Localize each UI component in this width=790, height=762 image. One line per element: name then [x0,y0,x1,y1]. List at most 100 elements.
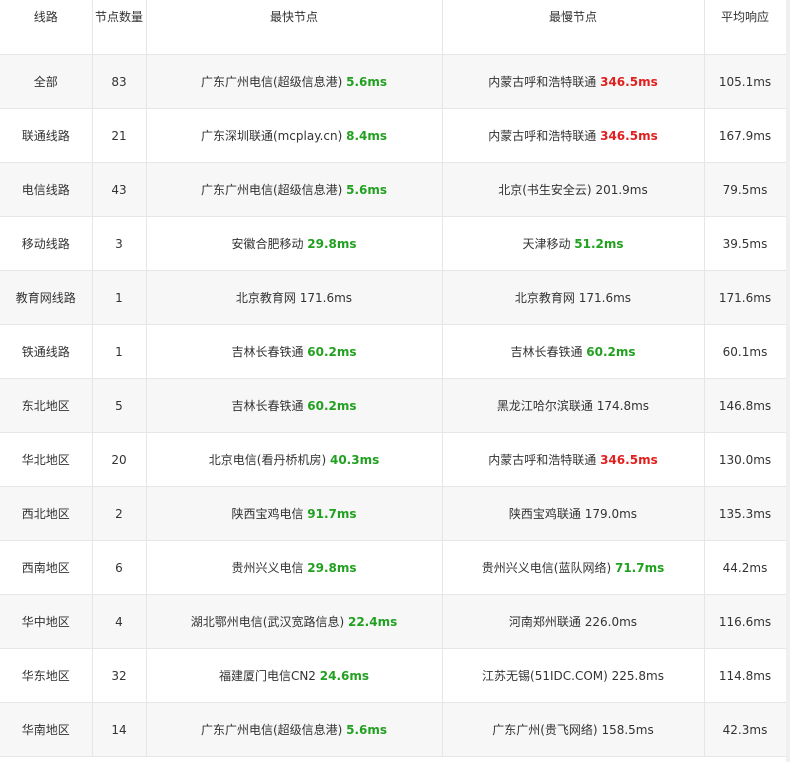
average-cell: 60.1ms [704,324,787,379]
fastest-node-name: 广东广州电信(超级信息港) [200,723,343,737]
average-cell: 39.5ms [704,216,787,271]
count-cell: 1 [92,270,147,325]
count-cell: 32 [92,648,147,703]
count-cell: 5 [92,378,147,433]
average-cell: 171.6ms [704,270,787,325]
slowest-node-latency: 171.6ms [578,291,632,305]
fastest-node-cell: 吉林长春铁通 60.2ms [146,378,443,433]
slowest-node-cell: 贵州兴义电信(蓝队网络) 71.7ms [442,540,705,595]
fastest-node-name: 贵州兴义电信 [231,561,304,575]
table-row: 华北地区 20 北京电信(看丹桥机房) 40.3ms 内蒙古呼和浩特联通 346.5m… [0,432,787,487]
slowest-node-cell: 黑龙江哈尔滨联通 174.8ms [442,378,705,433]
header-count: 节点数量 [92,0,147,55]
fastest-node-name: 北京电信(看丹桥机房) [208,453,327,467]
table-row: 西南地区 6 贵州兴义电信 29.8ms 贵州兴义电信(蓝队网络) 71.7ms 44.… [0,540,787,595]
slowest-node-name: 北京(书生安全云) [498,183,592,197]
fastest-node-cell: 广东深圳联通(mcplay.cn) 8.4ms [146,108,443,163]
count-cell: 43 [92,162,147,217]
average-cell: 116.6ms [704,594,787,649]
slowest-node-latency: 179.0ms [584,507,638,521]
slowest-node-name: 广东广州(贵飞网络) [492,723,598,737]
fastest-node-latency: 29.8ms [307,237,357,251]
route-cell: 电信线路 [0,162,93,217]
fastest-node-cell: 广东广州电信(超级信息港) 5.6ms [146,54,443,109]
route-cell: 西南地区 [0,540,93,595]
header-route: 线路 [0,0,93,55]
fastest-node-name: 广东广州电信(超级信息港) [200,183,343,197]
table-row: 东北地区 5 吉林长春铁通 60.2ms 黑龙江哈尔滨联通 174.8ms 146.8m… [0,378,787,433]
fastest-node-latency: 91.7ms [307,507,357,521]
fastest-node-cell: 陕西宝鸡电信 91.7ms [146,486,443,541]
count-cell: 21 [92,108,147,163]
slowest-node-cell: 广东广州(贵飞网络) 158.5ms [442,702,705,757]
fastest-node-cell: 广东广州电信(超级信息港) 5.6ms [146,162,443,217]
slowest-node-cell: 天津移动 51.2ms [442,216,705,271]
fastest-node-name: 广东广州电信(超级信息港) [200,75,343,89]
slowest-node-latency: 60.2ms [586,345,636,359]
route-cell: 华东地区 [0,648,93,703]
header-slowest: 最慢节点 [442,0,705,55]
table-header-row: 线路 节点数量 最快节点 最慢节点 平均响应 [0,0,787,55]
route-cell: 全部 [0,54,93,109]
fastest-node-cell: 北京电信(看丹桥机房) 40.3ms [146,432,443,487]
count-cell: 6 [92,540,147,595]
slowest-node-name: 河南郑州联通 [508,615,581,629]
table-row: 铁通线路 1 吉林长春铁通 60.2ms 吉林长春铁通 60.2ms 60.1ms [0,324,787,379]
count-cell: 14 [92,702,147,757]
average-cell: 114.8ms [704,648,787,703]
fastest-node-cell: 贵州兴义电信 29.8ms [146,540,443,595]
count-cell: 20 [92,432,147,487]
fastest-node-cell: 湖北鄂州电信(武汉宽路信息) 22.4ms [146,594,443,649]
count-cell: 83 [92,54,147,109]
fastest-node-name: 陕西宝鸡电信 [231,507,304,521]
table-row: 全部 83 广东广州电信(超级信息港) 5.6ms 内蒙古呼和浩特联通 346.5ms… [0,54,787,109]
speed-test-table: 线路 节点数量 最快节点 最慢节点 平均响应 全部 83 广东广州电信(超级信息港)… [0,0,787,757]
table-row: 西北地区 2 陕西宝鸡电信 91.7ms 陕西宝鸡联通 179.0ms 135.3ms [0,486,787,541]
slowest-node-cell: 内蒙古呼和浩特联通 346.5ms [442,108,705,163]
fastest-node-name: 吉林长春铁通 [231,399,304,413]
count-cell: 2 [92,486,147,541]
fastest-node-cell: 广东广州电信(超级信息港) 5.6ms [146,702,443,757]
fastest-node-cell: 吉林长春铁通 60.2ms [146,324,443,379]
slowest-node-name: 陕西宝鸡联通 [508,507,581,521]
slowest-node-latency: 226.0ms [584,615,638,629]
route-cell: 联通线路 [0,108,93,163]
slowest-node-cell: 吉林长春铁通 60.2ms [442,324,705,379]
fastest-node-name: 福建厦门电信CN2 [218,669,316,683]
fastest-node-name: 广东深圳联通(mcplay.cn) [200,129,343,143]
table-body: 线路 节点数量 最快节点 最慢节点 平均响应 全部 83 广东广州电信(超级信息港)… [0,0,787,757]
average-cell: 167.9ms [704,108,787,163]
average-cell: 130.0ms [704,432,787,487]
slowest-node-cell: 北京教育网 171.6ms [442,270,705,325]
slowest-node-latency: 51.2ms [574,237,624,251]
fastest-node-latency: 5.6ms [346,723,388,737]
vertical-scrollbar[interactable] [786,0,790,762]
fastest-node-cell: 福建厦门电信CN2 24.6ms [146,648,443,703]
count-cell: 1 [92,324,147,379]
fastest-node-latency: 29.8ms [307,561,357,575]
route-cell: 教育网线路 [0,270,93,325]
slowest-node-name: 内蒙古呼和浩特联通 [488,129,597,143]
average-cell: 44.2ms [704,540,787,595]
slowest-node-name: 内蒙古呼和浩特联通 [488,453,597,467]
route-cell: 华北地区 [0,432,93,487]
fastest-node-latency: 24.6ms [319,669,370,683]
count-cell: 4 [92,594,147,649]
table-row: 华中地区 4 湖北鄂州电信(武汉宽路信息) 22.4ms 河南郑州联通 226.0ms… [0,594,787,649]
slowest-node-cell: 陕西宝鸡联通 179.0ms [442,486,705,541]
fastest-node-latency: 60.2ms [307,399,357,413]
header-fastest: 最快节点 [146,0,443,55]
fastest-node-name: 湖北鄂州电信(武汉宽路信息) [190,615,345,629]
slowest-node-name: 江苏无锡(51IDC.COM) [482,669,608,683]
route-cell: 东北地区 [0,378,93,433]
slowest-node-cell: 江苏无锡(51IDC.COM) 225.8ms [442,648,705,703]
table-row: 电信线路 43 广东广州电信(超级信息港) 5.6ms 北京(书生安全云) 201.9… [0,162,787,217]
slowest-node-cell: 河南郑州联通 226.0ms [442,594,705,649]
slowest-node-name: 贵州兴义电信(蓝队网络) [481,561,612,575]
fastest-node-latency: 5.6ms [346,183,388,197]
slowest-node-latency: 71.7ms [614,561,665,575]
slowest-node-latency: 346.5ms [600,453,658,467]
slowest-node-name: 黑龙江哈尔滨联通 [496,399,593,413]
slowest-node-cell: 内蒙古呼和浩特联通 346.5ms [442,54,705,109]
header-average: 平均响应 [704,0,787,55]
